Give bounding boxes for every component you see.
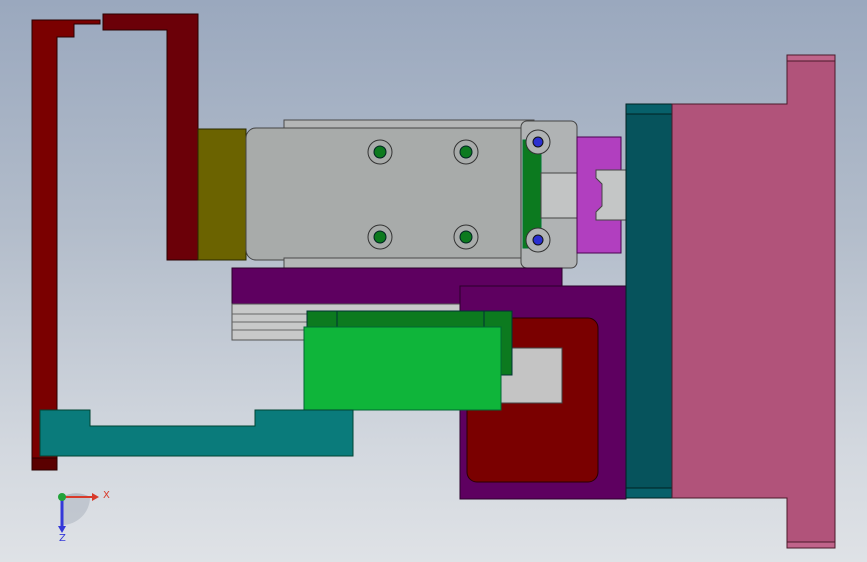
- bright-green-block[interactable]: [303, 326, 502, 411]
- slider-bottom-lip: [283, 257, 535, 269]
- cad-viewport[interactable]: X Z: [0, 0, 867, 562]
- pink-housing[interactable]: [671, 54, 836, 549]
- olive-spacer-block[interactable]: [197, 128, 247, 261]
- axis-triad: X Z: [58, 490, 110, 544]
- y-axis-dot: [58, 493, 66, 501]
- teal-base-bar[interactable]: [39, 409, 354, 457]
- left-frame[interactable]: [31, 13, 199, 471]
- left-frame-vertical: [31, 19, 101, 471]
- x-axis-label: X: [103, 490, 110, 501]
- top-frame-arm: [102, 13, 199, 261]
- assembly-drawing: X Z: [31, 13, 836, 549]
- left-frame-edge: [31, 457, 58, 471]
- z-axis-label: Z: [59, 533, 66, 544]
- teal-mount-plate[interactable]: [625, 103, 673, 499]
